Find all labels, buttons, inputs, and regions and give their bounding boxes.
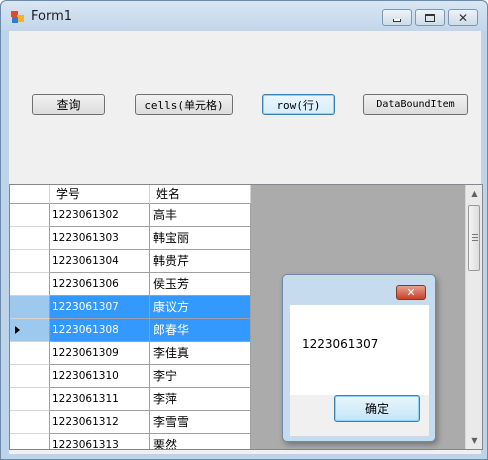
message-box-body: 1223061307 [290,305,429,395]
row-header[interactable] [10,342,50,365]
ok-button[interactable]: 确定 [334,395,420,422]
table-row[interactable]: 1223061304 韩贵芹 [10,250,251,273]
cell-student-no[interactable]: 1223061311 [50,388,150,411]
minimize-button[interactable] [382,9,412,26]
row-header[interactable] [10,227,50,250]
row-header[interactable] [10,434,50,449]
cell-student-no[interactable]: 1223061306 [50,273,150,296]
cell-name[interactable]: 李萍 [150,388,251,411]
cell-name[interactable]: 栗然 [150,434,251,449]
message-text: 1223061307 [302,337,379,351]
cell-student-no[interactable]: 1223061304 [50,250,150,273]
table-row[interactable]: 1223061307 康议方 [10,296,251,319]
table-row[interactable]: 1223061311 李萍 [10,388,251,411]
table-row[interactable]: 1223061313 栗然 [10,434,251,449]
cell-student-no[interactable]: 1223061310 [50,365,150,388]
table-row[interactable]: 1223061312 李雪雪 [10,411,251,434]
cell-student-no[interactable]: 1223061302 [50,204,150,227]
message-box-close-button[interactable]: ✕ [396,285,426,300]
cell-student-no[interactable]: 1223061313 [50,434,150,449]
table-row[interactable]: 1223061310 李宁 [10,365,251,388]
row-header[interactable] [10,411,50,434]
row-header[interactable] [10,204,50,227]
cells-button[interactable]: cells(单元格) [135,94,233,115]
maximize-icon [425,13,435,22]
cell-name[interactable]: 侯玉芳 [150,273,251,296]
column-header-student-no[interactable]: 学号 [50,185,150,204]
cell-name[interactable]: 李雪雪 [150,411,251,434]
cell-name[interactable]: 李宁 [150,365,251,388]
minimize-icon [393,18,401,22]
cell-name[interactable]: 高丰 [150,204,251,227]
row-button[interactable]: row(行) [262,94,335,115]
close-icon: ✕ [406,286,416,299]
cell-student-no[interactable]: 1223061309 [50,342,150,365]
table-row[interactable]: 1223061308 郎春华 [10,319,251,342]
cell-student-no[interactable]: 1223061303 [50,227,150,250]
row-header[interactable] [10,250,50,273]
row-header[interactable] [10,273,50,296]
cell-name[interactable]: 李佳真 [150,342,251,365]
cell-student-no[interactable]: 1223061312 [50,411,150,434]
table-row[interactable]: 1223061302 高丰 [10,204,251,227]
main-window: Form1 ✕ 查询 cells(单元格) row(行) DataBoundIt… [0,0,488,460]
databounditem-button[interactable]: DataBoundItem [363,94,468,115]
cell-student-no[interactable]: 1223061308 [50,319,150,342]
vertical-scrollbar[interactable]: ▲ ▼ [465,185,482,449]
cell-name[interactable]: 郎春华 [150,319,251,342]
close-button[interactable]: ✕ [448,9,478,26]
cell-name[interactable]: 韩宝丽 [150,227,251,250]
window-title: Form1 [31,9,73,24]
cell-name[interactable]: 韩贵芹 [150,250,251,273]
table-row[interactable]: 1223061309 李佳真 [10,342,251,365]
cell-name[interactable]: 康议方 [150,296,251,319]
scroll-up-icon[interactable]: ▲ [466,185,482,202]
row-header[interactable] [10,388,50,411]
row-header[interactable] [10,319,50,342]
close-icon: ✕ [457,10,469,25]
maximize-button[interactable] [415,9,445,26]
message-box: ✕ 1223061307 确定 [282,274,436,442]
title-bar[interactable]: Form1 ✕ [1,1,487,31]
scroll-down-icon[interactable]: ▼ [466,432,482,449]
message-box-footer: 确定 [290,395,429,436]
table-row[interactable]: 1223061306 侯玉芳 [10,273,251,296]
row-header[interactable] [10,296,50,319]
table-row[interactable]: 1223061303 韩宝丽 [10,227,251,250]
scrollbar-thumb[interactable] [468,205,480,271]
grid-corner-header[interactable] [10,185,50,204]
row-header[interactable] [10,365,50,388]
cell-student-no[interactable]: 1223061307 [50,296,150,319]
query-button[interactable]: 查询 [32,94,105,115]
app-icon [11,11,25,23]
column-header-name[interactable]: 姓名 [150,185,251,204]
